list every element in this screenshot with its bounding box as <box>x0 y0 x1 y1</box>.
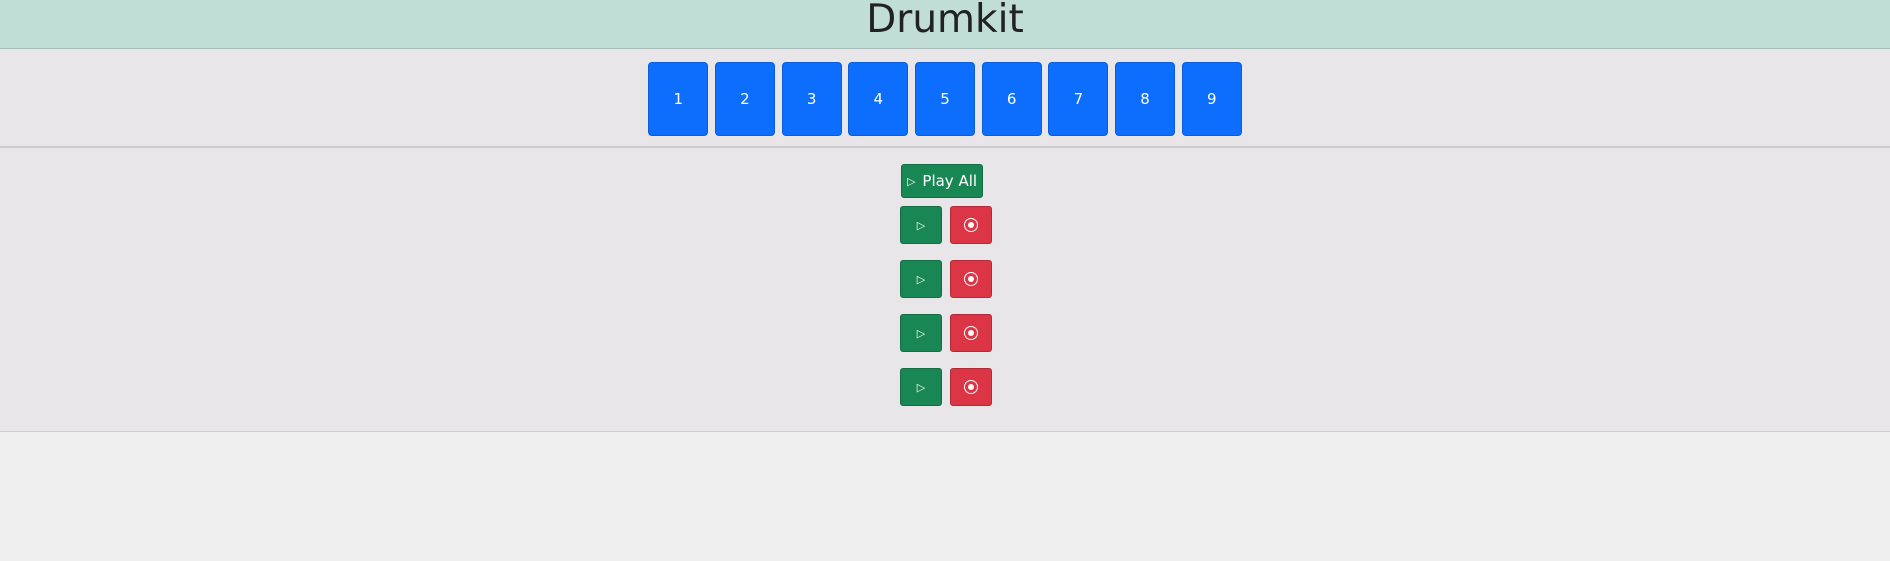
drum-pad-3[interactable]: 3 <box>781 62 842 136</box>
drum-pads: 1 2 3 4 5 6 7 8 9 <box>0 49 1890 148</box>
record-icon <box>964 326 978 340</box>
record-icon <box>964 272 978 286</box>
tracks-panel: ▷ Play All ▷ ▷ ▷ ▷ <box>0 148 1890 432</box>
play-icon: ▷ <box>916 380 926 394</box>
track-row-4: ▷ <box>900 368 992 406</box>
track-row-2: ▷ <box>900 260 992 298</box>
play-all-label: Play All <box>922 172 978 190</box>
play-icon: ▷ <box>916 272 926 286</box>
track-3-record-button[interactable] <box>950 314 992 352</box>
track-2-record-button[interactable] <box>950 260 992 298</box>
play-icon: ▷ <box>916 326 926 340</box>
drum-pad-7[interactable]: 7 <box>1048 62 1109 136</box>
play-icon: ▷ <box>906 174 916 188</box>
play-all-button[interactable]: ▷ Play All <box>901 164 983 198</box>
drum-pad-1[interactable]: 1 <box>648 62 709 136</box>
drum-pad-5[interactable]: 5 <box>915 62 975 136</box>
play-icon: ▷ <box>916 218 926 232</box>
drum-pad-9[interactable]: 9 <box>1181 62 1242 136</box>
track-row-3: ▷ <box>900 314 992 352</box>
drum-pad-8[interactable]: 8 <box>1115 62 1176 136</box>
track-4-play-button[interactable]: ▷ <box>900 368 942 406</box>
record-icon <box>964 218 978 232</box>
track-4-record-button[interactable] <box>950 368 992 406</box>
track-3-play-button[interactable]: ▷ <box>900 314 942 352</box>
drum-pad-2[interactable]: 2 <box>714 62 775 136</box>
track-2-play-button[interactable]: ▷ <box>900 260 942 298</box>
drum-pad-6[interactable]: 6 <box>981 62 1042 136</box>
app-title: Drumkit <box>866 0 1024 42</box>
track-1-record-button[interactable] <box>950 206 992 244</box>
track-row-1: ▷ <box>900 206 992 244</box>
drum-pad-4[interactable]: 4 <box>848 62 909 136</box>
track-1-play-button[interactable]: ▷ <box>900 206 942 244</box>
record-icon <box>964 380 978 394</box>
app-header: Drumkit <box>0 0 1890 49</box>
